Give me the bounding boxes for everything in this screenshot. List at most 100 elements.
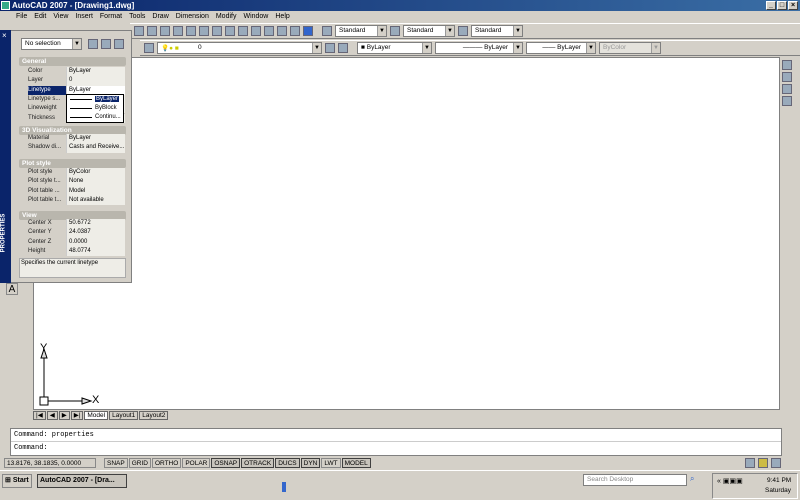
- dim-style-select[interactable]: Standard ▼: [403, 25, 455, 37]
- coordinates-display[interactable]: 13.8176, 38.1835, 0.0000: [4, 458, 96, 468]
- menu-help[interactable]: Help: [275, 11, 289, 22]
- linetype-select[interactable]: ——— ByLayer ▼: [435, 42, 523, 54]
- toggle-pickadd-icon[interactable]: [88, 39, 98, 49]
- status-toggle-model[interactable]: MODEL: [341, 458, 371, 468]
- property-value[interactable]: 0: [66, 76, 125, 86]
- table-style-select[interactable]: Standard ▼: [471, 25, 523, 37]
- option-bylayer[interactable]: ByLayer: [67, 95, 123, 104]
- property-row[interactable]: Height 48.0774: [28, 246, 125, 257]
- clean-screen-icon[interactable]: [771, 458, 781, 468]
- color-select[interactable]: ■ ByLayer ▼: [357, 42, 432, 54]
- close-icon[interactable]: ×: [2, 31, 7, 40]
- property-value[interactable]: ByColor: [66, 168, 125, 178]
- tab-model[interactable]: Model: [84, 411, 109, 420]
- property-row[interactable]: Shadow di... Casts and Receive...: [28, 143, 125, 153]
- select-objects-icon[interactable]: [101, 39, 111, 49]
- status-toggle-ortho[interactable]: ORTHO: [151, 458, 182, 468]
- property-row[interactable]: Plot style ByColor: [28, 168, 125, 178]
- minimize-button[interactable]: _: [766, 1, 776, 10]
- command-input[interactable]: Command:: [11, 442, 781, 454]
- status-toggle-polar[interactable]: POLAR: [182, 458, 211, 468]
- selection-select[interactable]: No selection ▼: [21, 38, 82, 50]
- status-toggle-grid[interactable]: GRID: [128, 458, 151, 468]
- tool-palettes-icon[interactable]: [251, 26, 261, 36]
- property-value[interactable]: 24.0387: [66, 228, 125, 238]
- sheet-set-icon[interactable]: [264, 26, 274, 36]
- property-row[interactable]: Plot style t... None: [28, 177, 125, 187]
- status-toggle-snap[interactable]: SNAP: [104, 458, 128, 468]
- help-icon[interactable]: [303, 26, 313, 36]
- menu-insert[interactable]: Insert: [75, 11, 93, 22]
- tray-icons[interactable]: « ▣▣▣: [717, 477, 743, 485]
- menu-file[interactable]: File: [16, 11, 27, 22]
- property-row[interactable]: Material ByLayer: [28, 134, 125, 144]
- property-value[interactable]: 0.0000: [66, 237, 125, 247]
- property-value[interactable]: ByLayer: [66, 134, 125, 144]
- status-toggle-otrack[interactable]: OTRACK: [241, 458, 275, 468]
- lock-icon[interactable]: [758, 458, 768, 468]
- property-row[interactable]: Color ByLayer: [28, 67, 125, 77]
- option-byblock[interactable]: ByBlock: [67, 104, 123, 113]
- layer-manager-icon[interactable]: [144, 43, 154, 53]
- menu-window[interactable]: Window: [243, 11, 268, 22]
- next-tab-button[interactable]: ▶: [58, 411, 70, 420]
- menu-dimension[interactable]: Dimension: [176, 11, 209, 22]
- section-plot-style[interactable]: Plot style: [19, 159, 126, 168]
- property-row[interactable]: Layer 0: [28, 76, 125, 86]
- property-row[interactable]: Center Z 0.0000: [28, 237, 125, 247]
- maximize-button[interactable]: □: [777, 1, 787, 10]
- undo-icon[interactable]: [147, 26, 157, 36]
- start-button[interactable]: ⊞ Start: [2, 474, 32, 488]
- status-toggle-osnap[interactable]: OSNAP: [211, 458, 241, 468]
- tab-layout1[interactable]: Layout1: [109, 411, 139, 420]
- status-toggle-lwt[interactable]: LWT: [321, 458, 341, 468]
- property-value[interactable]: 50.6772: [66, 219, 125, 229]
- layer-previous-icon[interactable]: [338, 43, 348, 53]
- property-value[interactable]: Not available: [66, 195, 125, 206]
- close-button[interactable]: ×: [788, 1, 798, 10]
- make-current-layer-icon[interactable]: [325, 43, 335, 53]
- search-desktop-input[interactable]: Search Desktop: [583, 474, 687, 486]
- properties-icon[interactable]: [225, 26, 235, 36]
- redo-icon[interactable]: [160, 26, 170, 36]
- property-row[interactable]: Center X 50.6772: [28, 219, 125, 229]
- menu-format[interactable]: Format: [100, 11, 122, 22]
- property-value[interactable]: Casts and Receive...: [66, 143, 125, 153]
- menu-edit[interactable]: Edit: [34, 11, 46, 22]
- tool-icon[interactable]: [782, 84, 792, 94]
- search-icon[interactable]: ⌕: [690, 474, 694, 484]
- drawing-area[interactable]: Y X: [33, 57, 780, 410]
- text-style-select[interactable]: Standard ▼: [335, 25, 387, 37]
- comm-center-icon[interactable]: [745, 458, 755, 468]
- match-properties-icon[interactable]: [134, 26, 144, 36]
- zoom-previous-icon[interactable]: [212, 26, 222, 36]
- pan-icon[interactable]: [173, 26, 183, 36]
- option-continuous[interactable]: Continu...: [67, 113, 123, 122]
- tool-icon[interactable]: [782, 96, 792, 106]
- tool-icon[interactable]: [782, 60, 792, 70]
- property-row[interactable]: Center Y 24.0387: [28, 228, 125, 238]
- property-row[interactable]: Plot table ... Model: [28, 186, 125, 196]
- markup-icon[interactable]: [277, 26, 287, 36]
- property-value[interactable]: None: [66, 177, 125, 187]
- property-value[interactable]: Model: [66, 186, 125, 196]
- status-toggle-ducs[interactable]: DUCS: [275, 458, 300, 468]
- status-toggle-dyn[interactable]: DYN: [300, 458, 321, 468]
- quick-select-icon[interactable]: [114, 39, 124, 49]
- tab-layout2[interactable]: Layout2: [139, 411, 169, 420]
- command-window[interactable]: Command: properties Command:: [10, 428, 782, 456]
- lineweight-select[interactable]: —— ByLayer ▼: [526, 42, 596, 54]
- text-tool-button[interactable]: A: [6, 283, 18, 295]
- palette-titlebar[interactable]: × PROPERTIES: [0, 30, 11, 283]
- zoom-realtime-icon[interactable]: [186, 26, 196, 36]
- design-center-icon[interactable]: [238, 26, 248, 36]
- menu-draw[interactable]: Draw: [152, 11, 168, 22]
- property-value[interactable]: ByLayer: [66, 67, 125, 77]
- menu-view[interactable]: View: [53, 11, 68, 22]
- first-tab-button[interactable]: |◀: [33, 411, 46, 420]
- menu-tools[interactable]: Tools: [129, 11, 145, 22]
- prev-tab-button[interactable]: ◀: [46, 411, 58, 420]
- zoom-window-icon[interactable]: [199, 26, 209, 36]
- property-row[interactable]: Plot table t... Not available: [28, 195, 125, 206]
- tool-icon[interactable]: [782, 72, 792, 82]
